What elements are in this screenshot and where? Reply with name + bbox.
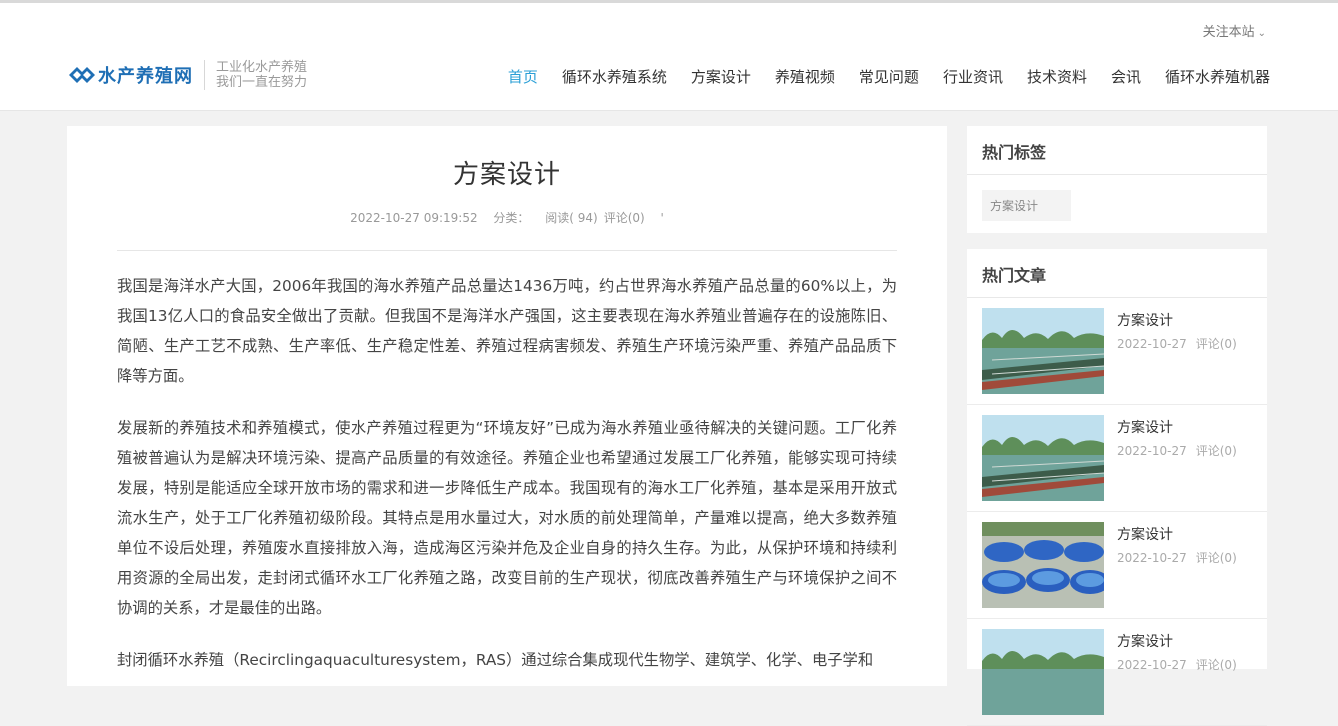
blue-tanks-image — [982, 522, 1104, 608]
meta-divider — [117, 250, 897, 251]
post-thumbnail[interactable] — [982, 629, 1104, 715]
article-category[interactable]: 分类： — [493, 211, 529, 225]
nav-item-recirculating-system[interactable]: 循环水养殖系统 — [562, 66, 667, 87]
hot-posts-widget: 热门文章 方案设计 2022-10-27 评论(0) 方案设计 2022-10-… — [967, 249, 1267, 726]
post-comments: 评论(0) — [1195, 551, 1237, 565]
logo-tagline: 工业化水产养殖 我们一直在努力 — [216, 60, 307, 90]
article-content: 我国是海洋水产大国，2006年我国的海水养殖产品总量达1436万吨，约占世界海水… — [67, 271, 947, 675]
main-nav: 首页 循环水养殖系统 方案设计 养殖视频 常见问题 行业资讯 技术资料 会讯 循… — [484, 66, 1270, 87]
post-title[interactable]: 方案设计 — [1117, 310, 1173, 330]
post-comments: 评论(0) — [1195, 337, 1237, 351]
nav-item-faq[interactable]: 常见问题 — [859, 66, 919, 87]
nav-item-home[interactable]: 首页 — [508, 66, 538, 87]
lake-cages-image — [982, 415, 1104, 501]
logo-separator — [204, 60, 205, 90]
post-title[interactable]: 方案设计 — [1117, 631, 1173, 651]
post-meta: 2022-10-27 评论(0) — [1117, 549, 1237, 566]
nav-item-conference[interactable]: 会讯 — [1111, 66, 1141, 87]
hot-tags-widget: 热门标签 方案设计 — [967, 126, 1267, 233]
nav-item-videos[interactable]: 养殖视频 — [775, 66, 835, 87]
post-comments: 评论(0) — [1195, 444, 1237, 458]
post-thumbnail[interactable] — [982, 522, 1104, 608]
hot-post-item[interactable]: 方案设计 2022-10-27 评论(0) — [967, 298, 1267, 405]
article-comments[interactable]: 评论(0) — [604, 211, 645, 225]
post-date: 2022-10-27 — [1117, 658, 1187, 672]
hot-post-item[interactable]: 方案设计 2022-10-27 评论(0) — [967, 619, 1267, 726]
hot-post-item[interactable]: 方案设计 2022-10-27 评论(0) — [967, 405, 1267, 512]
post-thumbnail[interactable] — [982, 308, 1104, 394]
hot-posts-title: 热门文章 — [967, 249, 1267, 298]
post-title[interactable]: 方案设计 — [1117, 417, 1173, 437]
tagline-line-2: 我们一直在努力 — [216, 75, 308, 90]
tag-solution-design[interactable]: 方案设计 — [982, 190, 1071, 221]
fish-logo-icon — [69, 67, 95, 83]
site-header: 关注本站 ⌄ 水产养殖网 工业化水产养殖 我们一直在努力 首页 循环水养殖系统 方… — [0, 3, 1338, 111]
site-logo[interactable]: 水产养殖网 工业化水产养殖 我们一直在努力 — [68, 59, 307, 91]
logo-name: 水产养殖网 — [98, 66, 193, 87]
post-meta: 2022-10-27 评论(0) — [1117, 442, 1237, 459]
chevron-down-icon: ⌄ — [1257, 28, 1266, 39]
post-title[interactable]: 方案设计 — [1117, 524, 1173, 544]
lake-cages-image — [982, 629, 1104, 715]
article-title: 方案设计 — [452, 160, 561, 190]
article-extra: ' — [660, 211, 664, 225]
article-panel: 方案设计 2022-10-27 09:19:52 分类： 阅读( 94) 评论(0… — [67, 126, 947, 686]
follow-label: 关注本站 — [1202, 25, 1255, 40]
post-meta: 2022-10-27 评论(0) — [1117, 335, 1237, 352]
article-date: 2022-10-27 09:19:52 — [350, 211, 478, 225]
post-date: 2022-10-27 — [1117, 337, 1187, 351]
article-paragraph: 我国是海洋水产大国，2006年我国的海水养殖产品总量达1436万吨，约占世界海水… — [117, 277, 897, 385]
tagline-line-1: 工业化水产养殖 — [216, 60, 308, 75]
nav-item-solution-design[interactable]: 方案设计 — [691, 66, 751, 87]
nav-item-tech-docs[interactable]: 技术资料 — [1027, 66, 1087, 87]
post-date: 2022-10-27 — [1117, 444, 1187, 458]
article-paragraph: 发展新的养殖技术和养殖模式，使水产养殖过程更为“环境友好”已成为海水养殖业亟待解… — [117, 419, 897, 617]
hot-post-item[interactable]: 方案设计 2022-10-27 评论(0) — [967, 512, 1267, 619]
lake-cages-image — [982, 308, 1104, 394]
post-meta: 2022-10-27 评论(0) — [1117, 656, 1237, 673]
article-reads: 阅读( 94) — [545, 211, 598, 225]
hot-tags-title: 热门标签 — [967, 126, 1267, 175]
nav-item-machines[interactable]: 循环水养殖机器 — [1165, 66, 1270, 87]
post-thumbnail[interactable] — [982, 415, 1104, 501]
nav-item-industry-news[interactable]: 行业资讯 — [943, 66, 1003, 87]
article-paragraph: 封闭循环水养殖（Recirclingaquaculturesystem，RAS）… — [117, 651, 874, 669]
post-comments: 评论(0) — [1195, 658, 1237, 672]
post-date: 2022-10-27 — [1117, 551, 1187, 565]
article-meta: 2022-10-27 09:19:52 分类： 阅读( 94) 评论(0) ' — [67, 209, 947, 226]
follow-site-dropdown[interactable]: 关注本站 ⌄ — [1203, 21, 1266, 40]
